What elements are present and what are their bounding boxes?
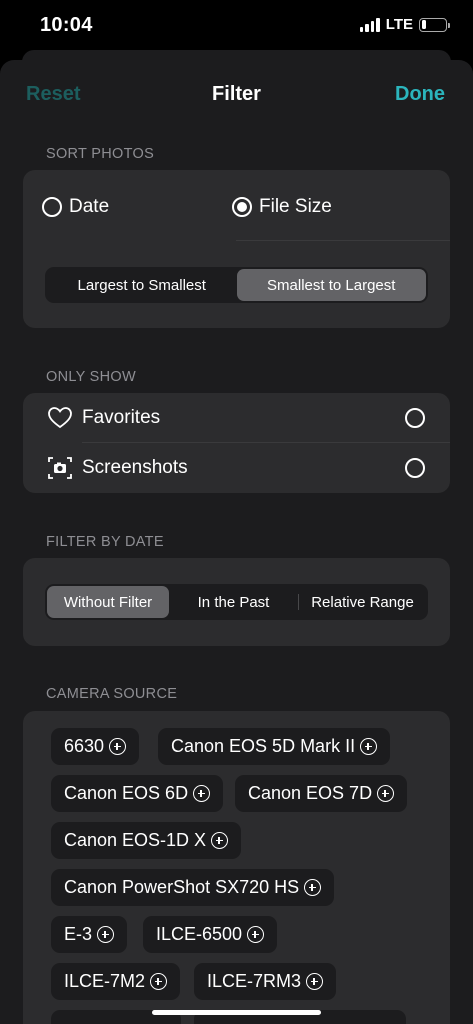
- segment-largest-to-smallest[interactable]: Largest to Smallest: [47, 269, 237, 301]
- camera-chip-label: E-3: [64, 924, 93, 944]
- date-filter-card: Without Filter In the Past Relative Rang…: [23, 558, 450, 646]
- status-time: 10:04: [40, 14, 93, 36]
- heart-icon: [48, 407, 72, 429]
- segment-smallest-to-largest[interactable]: Smallest to Largest: [236, 269, 426, 301]
- radio-date[interactable]: [42, 197, 62, 217]
- plus-circle-icon: [150, 973, 168, 990]
- camera-chip[interactable]: Canon EOS 5D Mark II: [158, 728, 391, 765]
- plus-circle-icon: [360, 738, 378, 755]
- camera-chip-label: Canon EOS 6D: [64, 783, 189, 803]
- camera-chip[interactable]: E-3: [51, 916, 128, 953]
- camera-chip-label: Canon PowerShot SX720 HS: [64, 877, 300, 897]
- row-screenshots[interactable]: Screenshots: [23, 443, 450, 493]
- plus-circle-icon: [377, 785, 395, 802]
- filter-sheet: Reset Filter Done SORT PHOTOS Date File …: [0, 60, 473, 1024]
- plus-circle-icon: [97, 926, 115, 943]
- radio-file-size[interactable]: [232, 197, 252, 217]
- plus-circle-icon: [109, 738, 127, 755]
- signal-icon: [359, 17, 380, 32]
- row-favorites[interactable]: Favorites: [23, 393, 450, 443]
- screenshots-radio[interactable]: [405, 458, 425, 478]
- plus-circle-icon: [193, 785, 211, 802]
- sort-option-file-size[interactable]: File Size: [232, 196, 332, 218]
- camera-chip-label: ILCE-7RM3: [207, 971, 302, 991]
- sort-section-header: SORT PHOTOS: [46, 146, 155, 162]
- battery-level: [421, 20, 427, 29]
- segment-in-the-past[interactable]: In the Past: [169, 594, 299, 611]
- camera-chip-label: Canon EOS 7D: [248, 783, 373, 803]
- done-button[interactable]: Done: [395, 83, 445, 106]
- camera-chip[interactable]: ILCE-7M2: [51, 963, 181, 1000]
- home-indicator[interactable]: [152, 1010, 321, 1015]
- camera-chip[interactable]: ILCE-6500: [143, 916, 278, 953]
- battery-icon: [419, 17, 450, 32]
- camera-chip-label: Canon EOS 5D Mark II: [171, 736, 356, 756]
- status-indicators: LTE: [359, 16, 450, 33]
- sort-order-segmented: Largest to Smallest Smallest to Largest: [45, 267, 428, 303]
- sort-option-date-label: Date: [69, 196, 110, 217]
- plus-circle-icon: [247, 926, 265, 943]
- favorites-label: Favorites: [82, 407, 161, 428]
- sort-card: Date File Size Largest to Smallest Small…: [23, 170, 450, 328]
- plus-circle-icon: [306, 973, 324, 990]
- camera-chip-label: 6630: [64, 736, 105, 756]
- camera-chip-label: ILCE-7M2: [64, 971, 146, 991]
- only-show-card: Favorites Screenshots: [23, 393, 450, 493]
- camera-chip[interactable]: Canon EOS 7D: [235, 775, 408, 812]
- camera-chip[interactable]: Canon PowerShot SX720 HS: [51, 869, 335, 906]
- network-label: LTE: [385, 16, 413, 33]
- only-show-section-header: ONLY SHOW: [46, 369, 136, 385]
- status-bar: 10:04 LTE: [0, 0, 473, 50]
- nav-bar: Reset Filter Done: [0, 60, 473, 128]
- plus-circle-icon: [211, 832, 229, 849]
- camera-section-header: CAMERA SOURCE: [46, 686, 178, 702]
- camera-chip[interactable]: 6630: [51, 728, 140, 765]
- divider: [236, 240, 450, 241]
- sort-option-date[interactable]: Date: [42, 196, 109, 218]
- camera-card: 6630 Canon EOS 5D Mark II Canon EOS 6D C…: [23, 711, 450, 1024]
- camera-chip-label: ILCE-6500: [156, 924, 243, 944]
- date-filter-segmented: Without Filter In the Past Relative Rang…: [45, 584, 428, 620]
- camera-chip[interactable]: ILCE-7RM3: [194, 963, 337, 1000]
- segment-without-filter[interactable]: Without Filter: [47, 586, 169, 618]
- camera-chip-label: Canon EOS-1D X: [64, 830, 207, 850]
- camera-chip[interactable]: Canon EOS 6D: [51, 775, 224, 812]
- favorites-radio[interactable]: [405, 408, 425, 428]
- screenshots-label: Screenshots: [82, 457, 188, 478]
- screenshot-icon: [48, 457, 72, 479]
- sort-option-file-size-label: File Size: [259, 196, 332, 217]
- plus-circle-icon: [304, 879, 322, 896]
- segment-relative-range[interactable]: Relative Range: [299, 586, 426, 618]
- camera-chip[interactable]: Canon EOS-1D X: [51, 822, 242, 859]
- date-section-header: FILTER BY DATE: [46, 534, 164, 550]
